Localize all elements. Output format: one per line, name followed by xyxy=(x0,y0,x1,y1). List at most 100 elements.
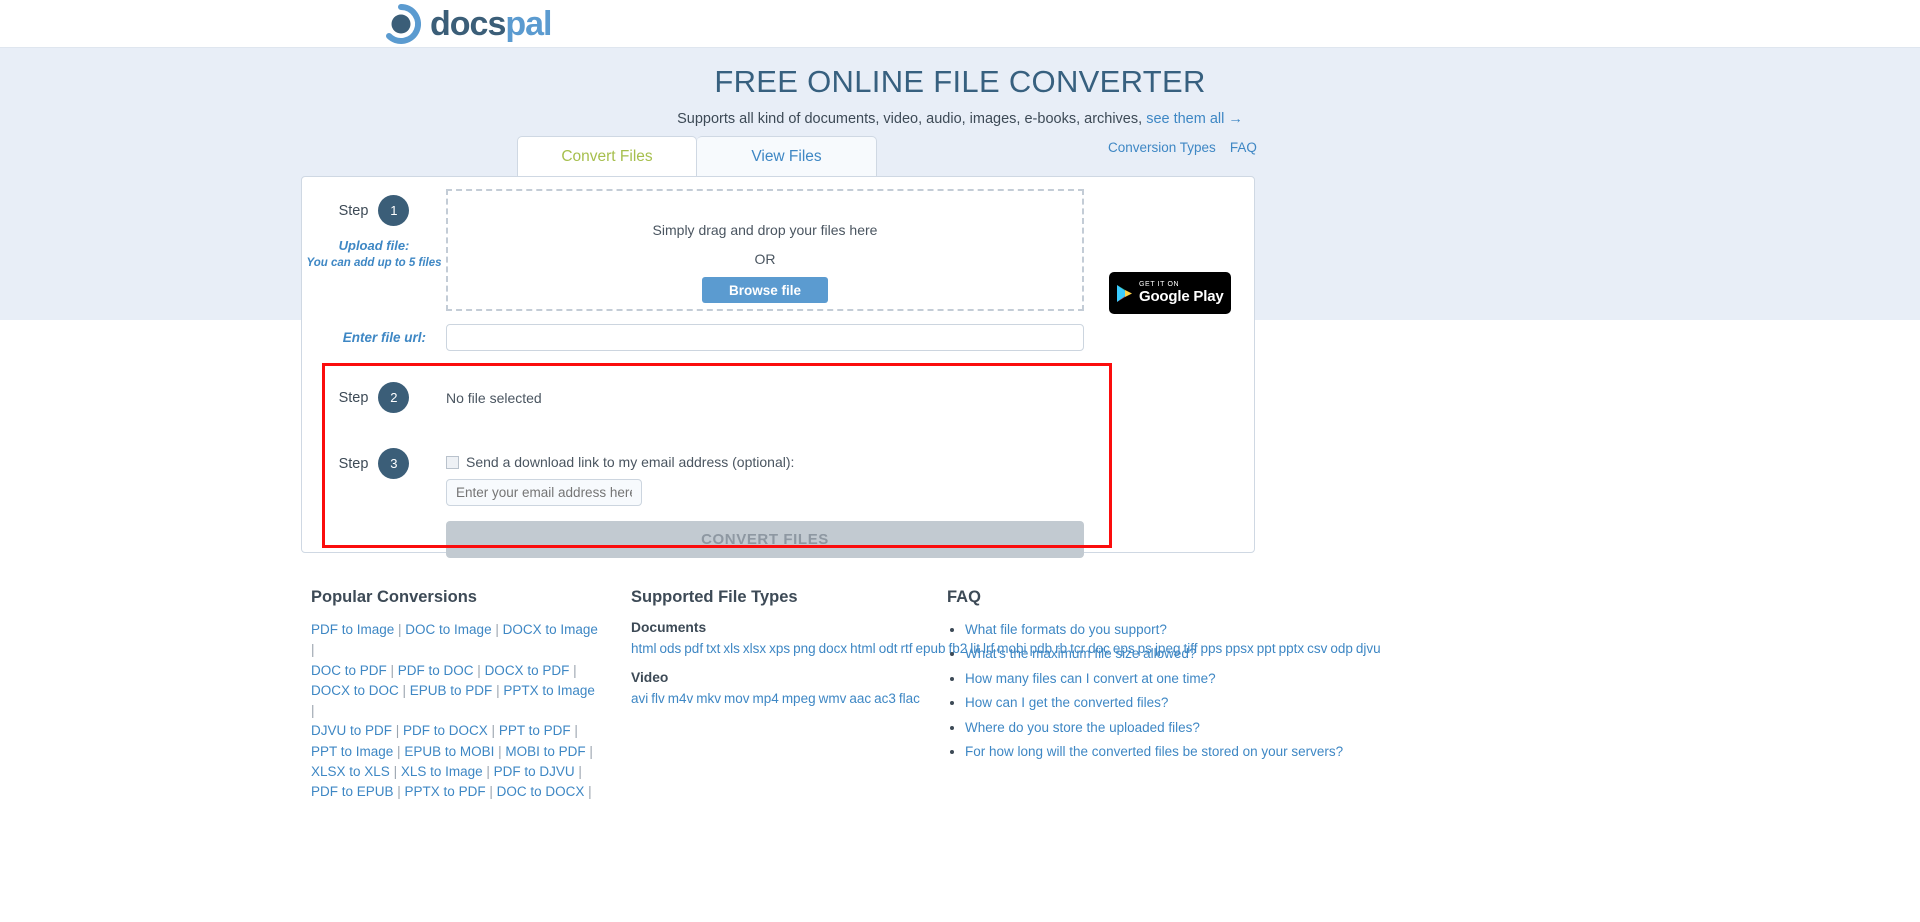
file-type-link[interactable]: odt xyxy=(879,641,898,656)
popular-conversion-link[interactable]: EPUB to MOBI xyxy=(404,744,494,759)
hero-subtitle-text: Supports all kind of documents, video, a… xyxy=(677,111,1143,127)
file-type-link[interactable]: xps xyxy=(769,641,790,656)
step-3-row: Step 3 Send a download link to my email … xyxy=(302,448,1254,506)
file-type-link[interactable]: flac xyxy=(899,691,920,706)
popular-conversion-link[interactable]: MOBI to PDF xyxy=(505,744,585,759)
convert-files-button[interactable]: CONVERT FILES xyxy=(446,521,1084,558)
file-type-link[interactable]: djvu xyxy=(1356,641,1381,656)
see-them-all-link[interactable]: see them all → xyxy=(1146,111,1243,127)
popular-conversion-link[interactable]: DOC to Image xyxy=(405,622,491,637)
hero-nav: Conversion Types FAQ xyxy=(1108,140,1257,155)
popular-conversion-link[interactable]: XLS to Image xyxy=(401,764,483,779)
file-type-link[interactable]: mov xyxy=(724,691,750,706)
popular-conversion-link[interactable]: DOCX to Image xyxy=(503,622,598,637)
link-separator: | xyxy=(574,763,582,779)
converter-panel: Step 1 Upload file: You can add up to 5 … xyxy=(301,176,1255,558)
step-2-word: Step xyxy=(338,389,369,406)
file-dropzone[interactable]: Simply drag and drop your files here OR … xyxy=(446,189,1084,311)
file-type-link[interactable]: docx xyxy=(819,641,848,656)
file-type-link[interactable]: mkv xyxy=(696,691,721,706)
google-play-triangle-icon xyxy=(1116,284,1133,303)
file-type-link[interactable]: flv xyxy=(651,691,665,706)
link-separator: | xyxy=(311,642,315,658)
popular-conversion-link[interactable]: PDF to EPUB xyxy=(311,784,394,799)
link-separator: | xyxy=(473,662,485,678)
send-download-link-label: Send a download link to my email address… xyxy=(466,454,795,470)
faq-item: For how long will the converted files be… xyxy=(965,742,1347,761)
converter-tabs: Convert Files View Files xyxy=(517,136,878,176)
file-type-group: Documents html ods pdf txt xls xlsx xps png docx h… xyxy=(631,620,1381,659)
popular-conversion-link[interactable]: XLSX to XLS xyxy=(311,764,390,779)
nav-link-faq[interactable]: FAQ xyxy=(1230,140,1257,155)
link-separator: | xyxy=(311,703,315,718)
file-type-link[interactable]: wmv xyxy=(819,691,847,706)
step-3-badge: 3 xyxy=(378,448,410,479)
popular-conversion-link[interactable]: PDF to Image xyxy=(311,622,394,637)
logo[interactable]: docspal xyxy=(380,3,552,45)
link-separator: | xyxy=(487,723,499,739)
popular-conversion-link[interactable]: DJVU to PDF xyxy=(311,723,392,738)
google-play-text: GET IT ON Google Play xyxy=(1139,281,1224,304)
file-type-link[interactable]: epub xyxy=(915,641,945,656)
file-type-link[interactable]: mp4 xyxy=(753,691,779,706)
google-play-bottom-line: Google Play xyxy=(1139,287,1224,305)
file-type-link[interactable]: m4v xyxy=(668,691,694,706)
file-type-link[interactable]: xlsx xyxy=(743,641,766,656)
popular-conversion-link[interactable]: EPUB to PDF xyxy=(410,683,493,698)
popular-conversion-link[interactable]: DOCX to PDF xyxy=(485,663,570,678)
popular-conversion-link[interactable]: PDF to DJVU xyxy=(494,764,575,779)
popular-conversion-link[interactable]: DOC to DOCX xyxy=(497,784,585,799)
file-type-link[interactable]: mpeg xyxy=(782,691,816,706)
file-type-link[interactable]: rtf xyxy=(900,641,912,656)
file-type-link[interactable]: xls xyxy=(723,641,740,656)
footer-faq: FAQ What file formats do you support?Wha… xyxy=(947,588,1347,802)
file-type-group-title: Video xyxy=(631,670,669,686)
send-download-link-checkbox[interactable] xyxy=(446,455,459,469)
faq-link[interactable]: Where do you store the uploaded files? xyxy=(965,720,1200,735)
file-type-link[interactable]: txt xyxy=(706,641,720,656)
popular-conversion-link[interactable]: PPTX to Image xyxy=(503,683,595,698)
popular-conversion-link[interactable]: PDF to DOC xyxy=(398,663,474,678)
upload-file-limit: You can add up to 5 files xyxy=(306,257,442,270)
file-type-link[interactable]: html xyxy=(850,641,876,656)
hero-subtitle: Supports all kind of documents, video, a… xyxy=(0,100,1920,127)
tab-view-files[interactable]: View Files xyxy=(697,136,877,176)
email-input[interactable] xyxy=(446,479,642,506)
faq-link[interactable]: What file formats do you support? xyxy=(965,622,1167,637)
footer: Popular Conversions PDF to Image | DOC t… xyxy=(0,588,1920,802)
faq-link[interactable]: How can I get the converted files? xyxy=(965,695,1168,710)
popular-conversion-link[interactable]: PPTX to PDF xyxy=(405,784,486,799)
file-type-link[interactable]: avi xyxy=(631,691,648,706)
link-separator: | xyxy=(392,723,404,739)
link-separator: | xyxy=(393,784,405,799)
faq-question-list: What file formats do you support? What's … xyxy=(947,620,1347,762)
faq-link[interactable]: For how long will the converted files be… xyxy=(965,744,1343,759)
file-type-list: html ods pdf txt xls xlsx xps png docx html odt rtf… xyxy=(631,639,1381,659)
nav-link-conversion-types[interactable]: Conversion Types xyxy=(1108,140,1216,155)
google-play-badge[interactable]: GET IT ON Google Play xyxy=(1109,272,1231,314)
link-separator: | xyxy=(393,743,405,759)
link-separator: | xyxy=(394,622,406,637)
browse-file-button[interactable]: Browse file xyxy=(702,277,828,303)
link-separator: | xyxy=(570,723,578,739)
popular-conversion-link[interactable]: PPT to PDF xyxy=(499,723,571,738)
step-2-header: Step 2 xyxy=(302,382,446,413)
popular-conversion-link[interactable]: PPT to Image xyxy=(311,744,393,759)
file-type-link[interactable]: ac3 xyxy=(874,691,896,706)
faq-link[interactable]: What's the maximum file size allowed? xyxy=(965,646,1196,661)
file-url-input[interactable] xyxy=(446,324,1084,351)
tab-convert-files[interactable]: Convert Files xyxy=(517,136,697,176)
link-separator: | xyxy=(491,622,503,637)
popular-conversion-link[interactable]: PDF to DOCX xyxy=(403,723,488,738)
file-type-link[interactable]: html xyxy=(631,641,657,656)
faq-link[interactable]: How many files can I convert at one time… xyxy=(965,671,1216,686)
popular-conversion-link[interactable]: DOC to PDF xyxy=(311,663,387,678)
file-type-link[interactable]: aac xyxy=(849,691,871,706)
file-type-link[interactable]: pdf xyxy=(684,641,703,656)
docspal-circle-logo-icon xyxy=(380,3,422,45)
popular-conversion-link[interactable]: DOCX to DOC xyxy=(311,683,399,698)
popular-conversions-links: PDF to Image | DOC to Image | DOCX to Im… xyxy=(311,620,601,802)
file-type-link[interactable]: ods xyxy=(660,641,682,656)
file-type-link[interactable]: png xyxy=(793,641,816,656)
link-separator: | xyxy=(485,784,497,799)
